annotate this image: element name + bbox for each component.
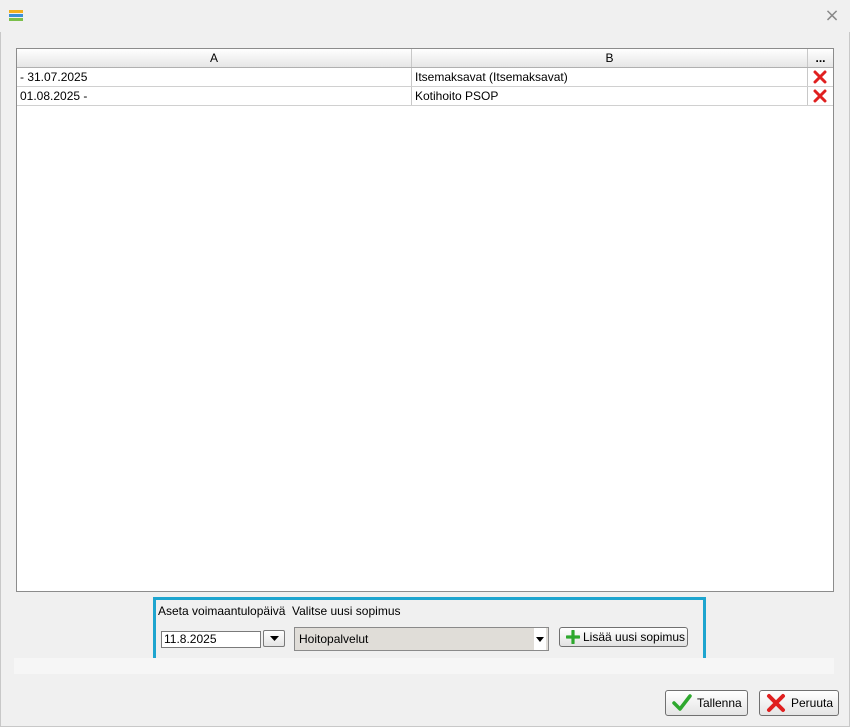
column-header-a[interactable]: A (17, 49, 412, 67)
save-button[interactable]: Tallenna (665, 690, 748, 716)
status-strip (14, 658, 834, 674)
table-row[interactable]: 01.08.2025 - Kotihoito PSOP (17, 87, 833, 106)
column-header-menu[interactable]: ... (808, 49, 833, 67)
checkmark-icon (672, 694, 692, 711)
table-row[interactable]: - 31.07.2025 Itsemaksavat (Itsemaksavat) (17, 68, 833, 87)
contracts-grid: A B ... - 31.07.2025 Itsemaksavat (Itsem… (16, 48, 834, 592)
column-header-b[interactable]: B (412, 49, 808, 67)
plus-icon (566, 630, 580, 644)
row-contract-name: Itsemaksavat (Itsemaksavat) (412, 68, 808, 86)
add-contract-label: Lisää uusi sopimus (583, 630, 686, 644)
row-date-range: - 31.07.2025 (17, 68, 412, 86)
cancel-button[interactable]: Peruuta (759, 690, 839, 716)
delete-icon[interactable] (808, 69, 832, 85)
effective-date-input[interactable]: 11.8.2025 (161, 631, 261, 648)
contract-select-value: Hoitopalvelut (299, 632, 369, 646)
dropdown-arrow-icon[interactable] (534, 628, 546, 650)
contract-select[interactable]: Hoitopalvelut (294, 627, 549, 651)
row-contract-name: Kotihoito PSOP (412, 87, 808, 105)
grid-header: A B ... (17, 49, 833, 68)
row-date-range: 01.08.2025 - (17, 87, 412, 105)
close-icon[interactable]: × (822, 6, 842, 26)
save-label: Tallenna (697, 696, 742, 710)
add-contract-button[interactable]: Lisää uusi sopimus (559, 627, 688, 647)
new-contract-panel: Aseta voimaantulopäivä Valitse uusi sopi… (153, 597, 706, 662)
app-icon (9, 10, 23, 21)
dropdown-arrow-icon (269, 635, 279, 641)
contract-label: Valitse uusi sopimus (292, 604, 401, 618)
date-label: Aseta voimaantulopäivä (158, 604, 286, 618)
date-picker-button[interactable] (263, 630, 285, 647)
delete-icon[interactable] (808, 88, 832, 104)
cancel-label: Peruuta (791, 696, 834, 710)
cross-icon (767, 694, 785, 712)
title-bar: × (0, 0, 850, 32)
